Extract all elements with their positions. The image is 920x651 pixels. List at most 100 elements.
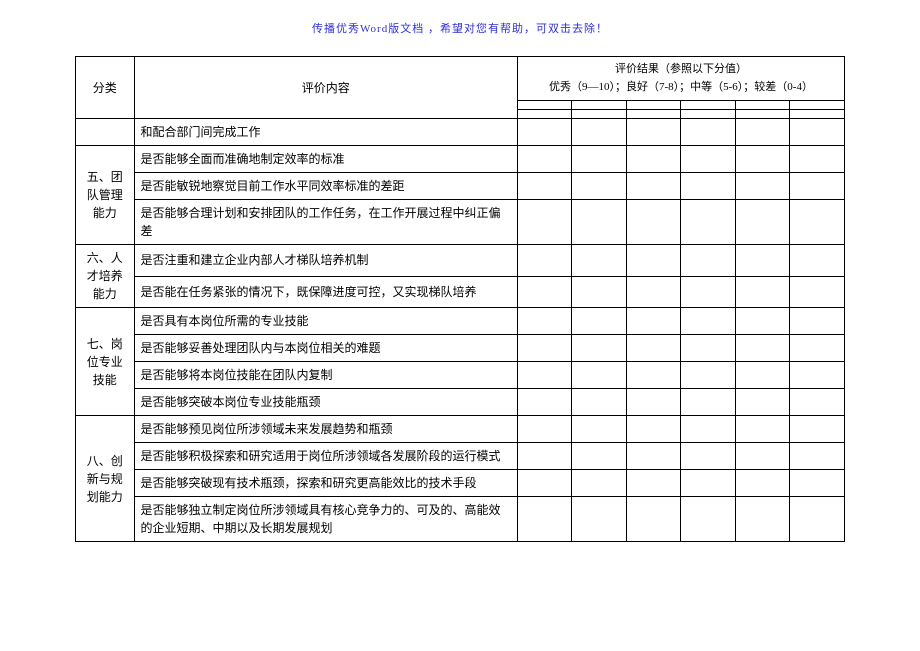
score-cell [790,335,845,362]
score-cell [517,416,571,443]
score-col-5 [735,101,789,110]
score-col-2 [572,101,626,110]
header-category: 分类 [76,57,135,119]
content-cell: 是否能够合理计划和安排团队的工作任务，在工作开展过程中纠正偏差 [134,200,517,245]
score-cell [517,497,571,542]
score-cell [681,416,735,443]
result-title: 评价结果（参照以下分值） [524,61,838,79]
table-row: 五、团队管理能力是否能够全面而准确地制定效率的标准 [76,146,845,173]
category-cell [76,119,135,146]
table-row: 六、人才培养能力是否注重和建立企业内部人才梯队培养机制 [76,245,845,277]
score-cell [517,245,571,277]
score-cell [790,470,845,497]
score-cell [572,470,626,497]
content-cell: 是否能够妥善处理团队内与本岗位相关的难题 [134,335,517,362]
score-cell [790,245,845,277]
score-cell [626,173,680,200]
score-col-6b [790,110,845,119]
header-result: 评价结果（参照以下分值） 优秀（9—10）；良好（7-8）；中等（5-6）；较差… [517,57,844,101]
score-col-6 [790,101,845,110]
score-cell [572,362,626,389]
score-col-2b [572,110,626,119]
score-cell [681,389,735,416]
score-cell [626,308,680,335]
score-cell [572,389,626,416]
content-cell: 是否能在任务紧张的情况下，既保障进度可控，又实现梯队培养 [134,276,517,308]
score-cell [626,146,680,173]
score-col-3 [626,101,680,110]
score-cell [681,173,735,200]
score-cell [517,146,571,173]
score-cell [790,146,845,173]
score-cell [626,389,680,416]
score-cell [735,362,789,389]
score-cell [735,200,789,245]
score-cell [681,119,735,146]
score-cell [572,443,626,470]
score-cell [517,276,571,308]
score-cell [517,200,571,245]
content-cell: 是否注重和建立企业内部人才梯队培养机制 [134,245,517,277]
score-col-3b [626,110,680,119]
score-cell [626,416,680,443]
score-cell [572,308,626,335]
content-cell: 是否能够全面而准确地制定效率的标准 [134,146,517,173]
score-cell [735,443,789,470]
table-row: 是否能在任务紧张的情况下，既保障进度可控，又实现梯队培养 [76,276,845,308]
score-cell [735,119,789,146]
score-cell [735,497,789,542]
score-cell [681,146,735,173]
table-row: 是否能够突破现有技术瓶颈，探索和研究更高能效比的技术手段 [76,470,845,497]
table-row: 是否能够独立制定岗位所涉领域具有核心竞争力的、可及的、高能效的企业短期、中期以及… [76,497,845,542]
score-cell [517,470,571,497]
score-cell [626,200,680,245]
score-cell [735,146,789,173]
content-cell: 是否能够独立制定岗位所涉领域具有核心竞争力的、可及的、高能效的企业短期、中期以及… [134,497,517,542]
score-col-4 [681,101,735,110]
table-row: 是否能敏锐地察觉目前工作水平同效率标准的差距 [76,173,845,200]
category-cell: 五、团队管理能力 [76,146,135,245]
score-cell [626,443,680,470]
header-content: 评价内容 [134,57,517,119]
score-cell [735,389,789,416]
score-cell [790,200,845,245]
score-cell [626,335,680,362]
table-row: 是否能够妥善处理团队内与本岗位相关的难题 [76,335,845,362]
score-cell [681,443,735,470]
score-cell [681,362,735,389]
table-row: 八、创新与规划能力是否能够预见岗位所涉领域未来发展趋势和瓶颈 [76,416,845,443]
score-col-4b [681,110,735,119]
content-cell: 是否具有本岗位所需的专业技能 [134,308,517,335]
score-cell [517,443,571,470]
score-cell [517,335,571,362]
score-cell [681,245,735,277]
score-cell [735,470,789,497]
score-cell [626,362,680,389]
score-cell [790,276,845,308]
score-col-1 [517,101,571,110]
score-cell [626,119,680,146]
score-cell [517,308,571,335]
content-cell: 是否能够积极探索和研究适用于岗位所涉领域各发展阶段的运行模式 [134,443,517,470]
score-cell [790,389,845,416]
table-row: 是否能够合理计划和安排团队的工作任务，在工作开展过程中纠正偏差 [76,200,845,245]
score-col-5b [735,110,789,119]
score-cell [572,146,626,173]
score-cell [626,245,680,277]
category-cell: 六、人才培养能力 [76,245,135,308]
score-cell [790,443,845,470]
score-cell [735,173,789,200]
content-cell: 和配合部门间完成工作 [134,119,517,146]
evaluation-table: 分类 评价内容 评价结果（参照以下分值） 优秀（9—10）；良好（7-8）；中等… [75,56,845,542]
score-cell [681,470,735,497]
score-cell [626,497,680,542]
score-cell [572,119,626,146]
score-cell [735,276,789,308]
content-cell: 是否能够将本岗位技能在团队内复制 [134,362,517,389]
content-cell: 是否能够预见岗位所涉领域未来发展趋势和瓶颈 [134,416,517,443]
banner-text: 传播优秀Word版文档 ，希望对您有帮助，可双击去除！ [75,20,845,36]
score-cell [572,200,626,245]
score-cell [626,470,680,497]
score-cell [790,173,845,200]
category-cell: 七、岗位专业技能 [76,308,135,416]
